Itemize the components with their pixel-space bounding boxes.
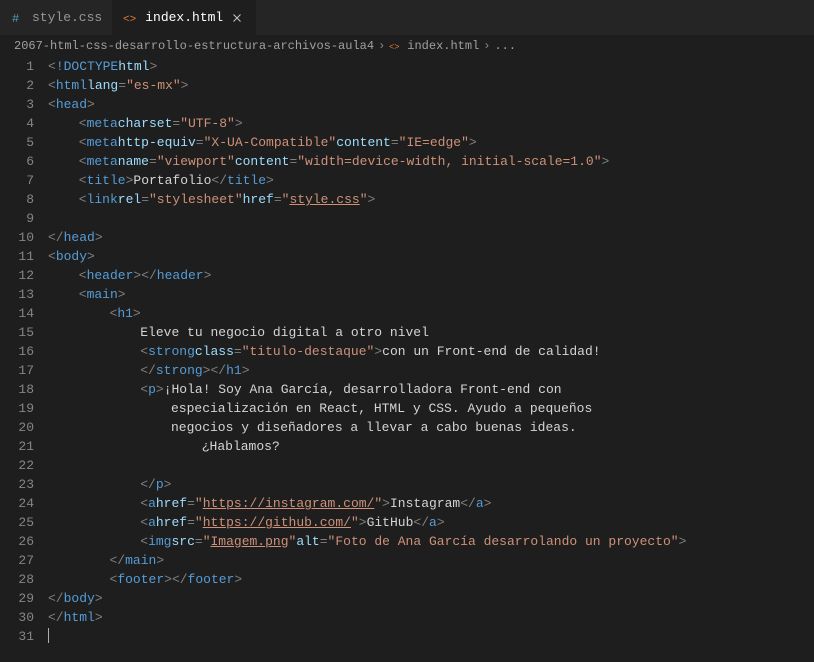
code-area[interactable]: <!DOCTYPE html><html lang="es-mx"><head>… <box>48 57 814 646</box>
code-editor[interactable]: 1234567891011121314151617181920212223242… <box>0 57 814 646</box>
tab-label: style.css <box>32 10 102 25</box>
line-gutter: 1234567891011121314151617181920212223242… <box>0 57 48 646</box>
svg-text:#: # <box>12 12 19 26</box>
svg-text:<>: <> <box>123 14 136 26</box>
breadcrumb[interactable]: 2067-html-css-desarrollo-estructura-arch… <box>0 35 814 57</box>
editor-tabs: # style.css <> index.html <box>0 0 814 35</box>
html-file-icon: <> <box>389 39 403 53</box>
chevron-right-icon: › <box>378 39 385 53</box>
breadcrumb-extra: ... <box>494 39 516 53</box>
breadcrumb-file: index.html <box>407 39 479 53</box>
svg-text:<>: <> <box>389 43 400 53</box>
close-icon[interactable] <box>229 10 245 26</box>
html-file-icon: <> <box>123 10 139 26</box>
css-file-icon: # <box>10 10 26 26</box>
breadcrumb-folder: 2067-html-css-desarrollo-estructura-arch… <box>14 39 374 53</box>
chevron-right-icon: › <box>483 39 490 53</box>
tab-index-html[interactable]: <> index.html <box>113 0 256 35</box>
tab-label: index.html <box>145 10 223 25</box>
tab-style-css[interactable]: # style.css <box>0 0 113 35</box>
